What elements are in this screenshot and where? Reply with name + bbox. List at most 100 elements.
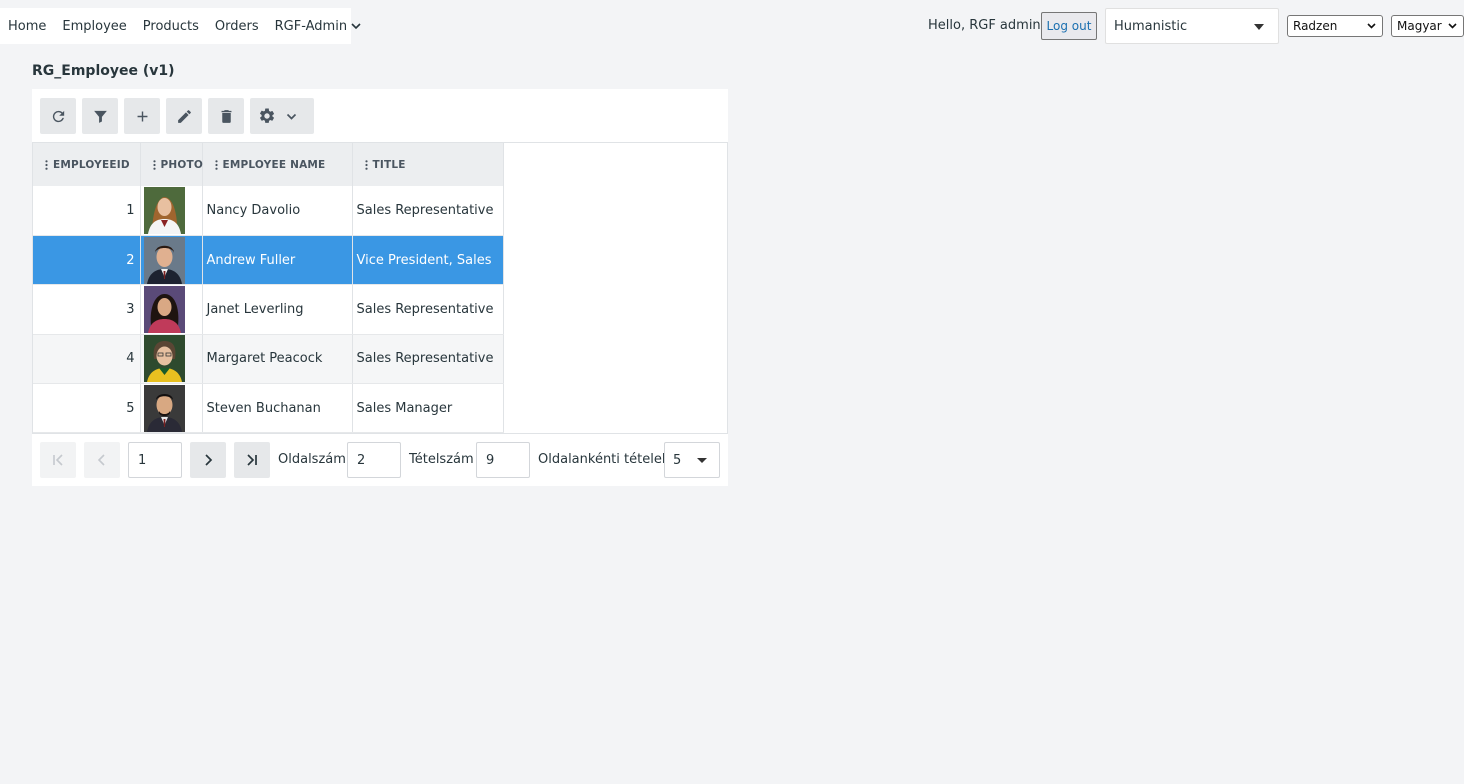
- gear-icon: [260, 108, 275, 123]
- cell-photo: [140, 383, 203, 434]
- cell-title: Sales Representative: [352, 334, 504, 385]
- employee-photo: [143, 285, 185, 333]
- cell-photo: [140, 284, 203, 335]
- refresh-icon: [52, 110, 64, 122]
- page-count-field: 2: [347, 442, 401, 478]
- column-menu-icon[interactable]: [45, 159, 48, 170]
- cell-employee-name: Nancy Davolio: [202, 186, 353, 236]
- column-header-employeeid[interactable]: EMPLOYEEID: [33, 143, 141, 186]
- chevron-down-icon: [351, 23, 361, 30]
- grid-toolbar: [32, 89, 728, 143]
- last-page-button[interactable]: [234, 442, 270, 478]
- cell-title: Sales Representative: [352, 284, 504, 335]
- nav-rgf-admin-label: RGF-Admin: [274, 18, 348, 34]
- cell-employee-name: Margaret Peacock: [202, 334, 353, 385]
- column-menu-icon[interactable]: [364, 159, 368, 170]
- cell-title: Sales Manager: [352, 383, 504, 434]
- cell-title: Sales Representative: [352, 186, 504, 236]
- page-size-label: Oldalankénti tételek: [538, 452, 670, 467]
- page-count-value: 2: [357, 452, 366, 468]
- top-navigation: Home Employee Products Orders RGF-Admin: [0, 8, 361, 44]
- column-title: TITLE: [372, 158, 406, 171]
- cell-employee-name: Janet Leverling: [202, 284, 353, 335]
- previous-page-button[interactable]: [84, 442, 120, 478]
- next-page-button[interactable]: [190, 442, 226, 478]
- theme-dropdown-value: Humanistic: [1114, 18, 1188, 34]
- chevron-right-icon: [205, 454, 213, 466]
- page-count-label: Oldalszám: [278, 452, 346, 467]
- grid-header-row: EMPLOYEEID PHOTO EMPLOYEE NAME TITLE: [33, 143, 504, 186]
- employee-table: EMPLOYEEID PHOTO EMPLOYEE NAME TITLE 1 N…: [33, 143, 504, 434]
- edit-button[interactable]: [166, 98, 202, 134]
- chevron-down-icon: [1367, 23, 1376, 29]
- page-size-dropdown[interactable]: 5: [664, 442, 720, 478]
- language-select[interactable]: Magyar: [1391, 15, 1464, 37]
- nav-employee[interactable]: Employee: [62, 19, 126, 34]
- edit-icon: [177, 109, 191, 123]
- nav-rgf-admin[interactable]: RGF-Admin: [275, 19, 361, 34]
- chevron-down-icon: [1448, 23, 1457, 29]
- settings-split-button[interactable]: [250, 98, 314, 134]
- employee-photo: [143, 236, 185, 284]
- cell-employeeid: 1: [33, 186, 141, 236]
- grid-pager: 1 Oldalszám 2 Tételszám 9 Oldalankénti t…: [32, 434, 728, 486]
- cell-employeeid: 2: [33, 235, 141, 286]
- page-size-value: 5: [673, 452, 682, 468]
- chevron-left-icon: [97, 454, 105, 466]
- caret-down-icon: [1254, 24, 1264, 30]
- logout-button[interactable]: Log out: [1041, 12, 1097, 40]
- skin-select-value: Radzen: [1293, 19, 1338, 33]
- add-icon: [137, 111, 147, 121]
- column-title: EMPLOYEE NAME: [222, 158, 326, 171]
- page-title: RG_Employee (v1): [32, 63, 175, 79]
- current-page-input[interactable]: 1: [128, 442, 182, 478]
- nav-orders[interactable]: Orders: [215, 19, 259, 34]
- item-count-value: 9: [486, 452, 495, 468]
- add-button[interactable]: [124, 98, 160, 134]
- table-row[interactable]: 5 Steven Buchanan Sales Manager: [33, 383, 504, 434]
- column-menu-icon[interactable]: [152, 159, 156, 170]
- column-title: EMPLOYEEID: [53, 158, 130, 171]
- column-header-photo[interactable]: PHOTO: [140, 143, 203, 186]
- item-count-field: 9: [476, 442, 530, 478]
- skin-select[interactable]: Radzen: [1287, 15, 1383, 37]
- caret-down-icon: [697, 458, 707, 463]
- table-row[interactable]: 1 Nancy Davolio Sales Representative: [33, 186, 504, 236]
- employee-grid: EMPLOYEEID PHOTO EMPLOYEE NAME TITLE 1 N…: [32, 142, 728, 434]
- table-row[interactable]: 2 Andrew Fuller Vice President, Sales: [33, 235, 504, 286]
- cell-title: Vice President, Sales: [352, 235, 504, 286]
- table-row[interactable]: 4 Margaret Peacock Sales Representative: [33, 334, 504, 385]
- column-header-title[interactable]: TITLE: [352, 143, 504, 186]
- employee-photo: [143, 335, 185, 383]
- current-page-value: 1: [138, 452, 147, 468]
- employee-photo: [143, 384, 185, 432]
- filter-button[interactable]: [82, 98, 118, 134]
- chevron-down-icon: [286, 113, 297, 120]
- table-row[interactable]: 3 Janet Leverling Sales Representative: [33, 284, 504, 335]
- first-page-icon: [53, 454, 63, 466]
- delete-icon: [221, 109, 231, 123]
- cell-photo: [140, 235, 203, 286]
- column-menu-icon[interactable]: [214, 159, 218, 170]
- cell-employee-name: Steven Buchanan: [202, 383, 353, 434]
- delete-button[interactable]: [208, 98, 244, 134]
- cell-employeeid: 5: [33, 383, 141, 434]
- language-select-value: Magyar: [1397, 19, 1442, 33]
- employee-photo: [143, 186, 185, 234]
- greeting-text: Hello, RGF admin!: [928, 18, 1046, 33]
- column-title: PHOTO: [160, 158, 203, 171]
- last-page-icon: [247, 454, 257, 466]
- cell-photo: [140, 186, 203, 236]
- cell-photo: [140, 334, 203, 385]
- theme-dropdown[interactable]: Humanistic: [1105, 8, 1279, 44]
- cell-employee-name: Andrew Fuller: [202, 235, 353, 286]
- item-count-label: Tételszám: [409, 452, 474, 467]
- filter-icon: [93, 110, 107, 123]
- nav-home[interactable]: Home: [8, 19, 46, 34]
- cell-employeeid: 4: [33, 334, 141, 385]
- first-page-button[interactable]: [40, 442, 76, 478]
- column-header-employee-name[interactable]: EMPLOYEE NAME: [202, 143, 353, 186]
- refresh-button[interactable]: [40, 98, 76, 134]
- cell-employeeid: 3: [33, 284, 141, 335]
- nav-products[interactable]: Products: [143, 19, 199, 34]
